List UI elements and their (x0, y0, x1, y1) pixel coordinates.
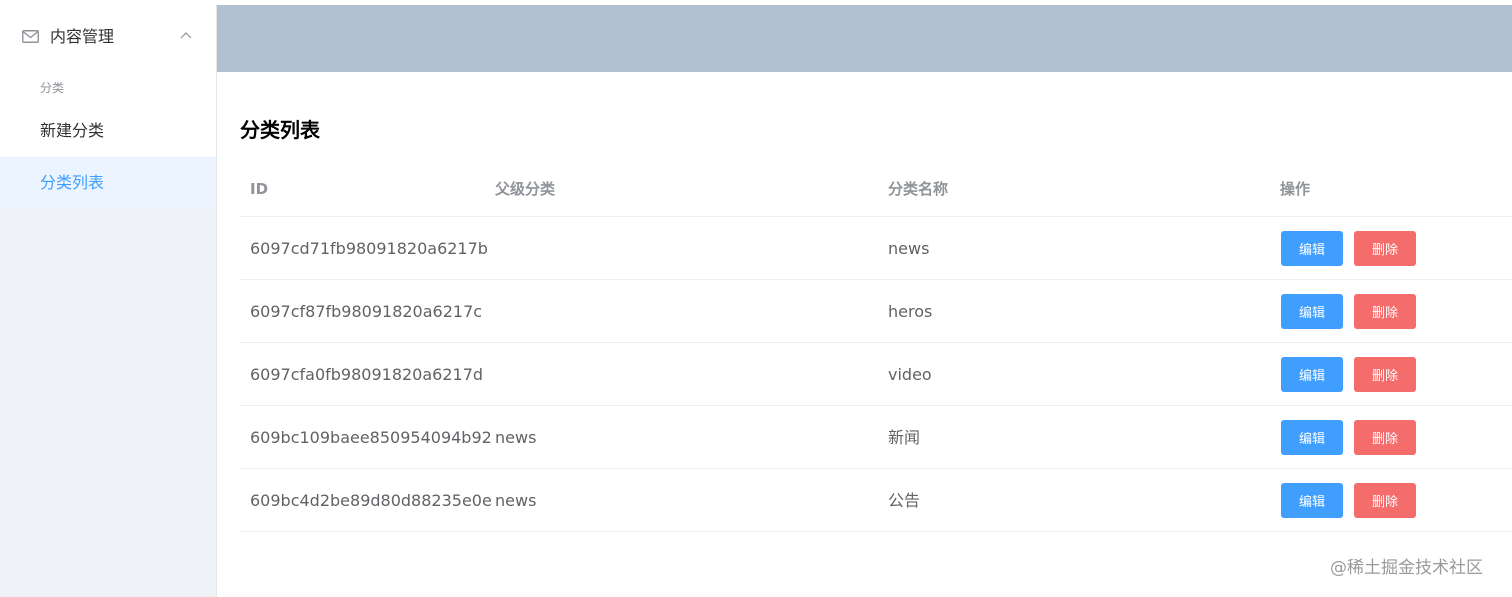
chevron-up-icon[interactable] (180, 31, 192, 39)
cell-name: video (888, 365, 932, 384)
submenu-title: 内容管理 (50, 27, 115, 46)
delete-button[interactable]: 删除 (1354, 294, 1416, 329)
menu-group-title: 分类 (0, 69, 216, 105)
delete-button[interactable]: 删除 (1354, 357, 1416, 392)
table-row: 6097cfa0fb98091820a6217d video 编辑 删除 (240, 343, 1512, 406)
table-row: 609bc109baee850954094b92 news 新闻 编辑 删除 (240, 406, 1512, 469)
column-header-actions: 操作 (1280, 180, 1311, 198)
edit-button[interactable]: 编辑 (1281, 483, 1343, 518)
sidebar-item-new-category[interactable]: 新建分类 (0, 105, 216, 157)
sidebar-item-category-list[interactable]: 分类列表 (0, 157, 216, 209)
table-row: 609bc4d2be89d80d88235e0e news 公告 编辑 删除 (240, 469, 1512, 532)
cell-id: 6097cd71fb98091820a6217b (250, 239, 488, 258)
mail-icon (22, 30, 39, 43)
cell-id: 609bc4d2be89d80d88235e0e (250, 491, 492, 510)
table-row: 6097cf87fb98091820a6217c heros 编辑 删除 (240, 280, 1512, 343)
cell-id: 609bc109baee850954094b92 (250, 428, 492, 447)
cell-parent: news (495, 428, 537, 447)
cell-name: news (888, 239, 930, 258)
sidebar-item-label: 分类列表 (40, 173, 105, 192)
edit-button[interactable]: 编辑 (1281, 420, 1343, 455)
column-header-name: 分类名称 (888, 180, 949, 198)
table-row: 6097cd71fb98091820a6217b news 编辑 删除 (240, 217, 1512, 280)
sidebar-item-label: 新建分类 (40, 121, 105, 140)
menu-group-label: 分类 (40, 81, 65, 95)
delete-button[interactable]: 删除 (1354, 231, 1416, 266)
cell-name: heros (888, 302, 933, 321)
cell-id: 6097cfa0fb98091820a6217d (250, 365, 484, 384)
delete-button[interactable]: 删除 (1354, 483, 1416, 518)
edit-button[interactable]: 编辑 (1281, 231, 1343, 266)
cell-name: 公告 (888, 491, 921, 510)
page-title: 分类列表 (240, 118, 320, 142)
watermark: @稀土掘金技术社区 (1330, 558, 1483, 578)
submenu-content-management[interactable]: 内容管理 (0, 5, 216, 69)
table-header: ID 父级分类 分类名称 操作 (240, 164, 1512, 217)
delete-button[interactable]: 删除 (1354, 420, 1416, 455)
column-header-parent: 父级分类 (495, 180, 556, 198)
category-table: ID 父级分类 分类名称 操作 6097cd71fb98091820a6217b… (240, 164, 1512, 532)
column-header-id: ID (250, 180, 269, 198)
edit-button[interactable]: 编辑 (1281, 294, 1343, 329)
cell-parent: news (495, 491, 537, 510)
cell-id: 6097cf87fb98091820a6217c (250, 302, 483, 321)
header-bar (217, 5, 1512, 72)
sidebar: 内容管理 分类 新建分类 分类列表 (0, 5, 217, 597)
edit-button[interactable]: 编辑 (1281, 357, 1343, 392)
cell-name: 新闻 (888, 428, 921, 447)
